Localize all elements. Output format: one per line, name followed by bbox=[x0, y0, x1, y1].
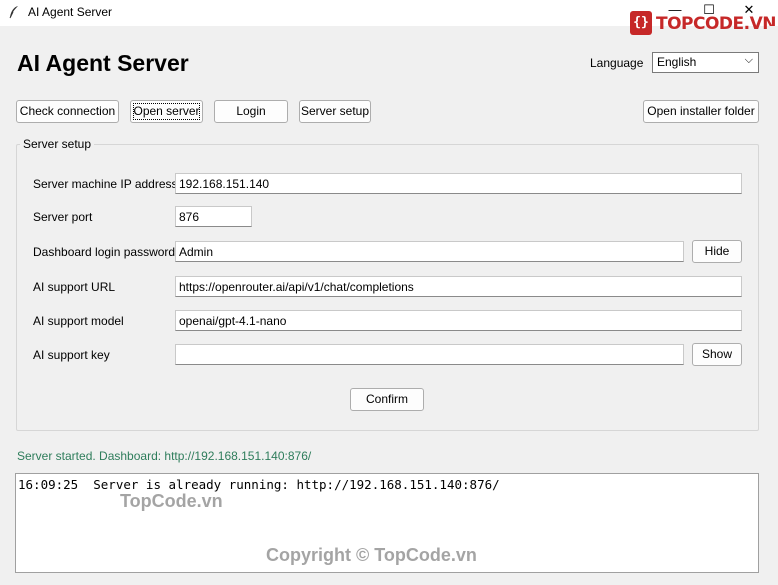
feather-icon bbox=[9, 6, 18, 19]
logo-badge-icon: {} bbox=[630, 11, 652, 35]
ai-key-label: AI support key bbox=[33, 348, 110, 362]
window-edge bbox=[770, 26, 778, 585]
window-title: AI Agent Server bbox=[28, 5, 113, 19]
check-connection-button[interactable]: Check connection bbox=[16, 100, 119, 123]
open-installer-folder-button[interactable]: Open installer folder bbox=[643, 100, 759, 123]
watermark-logo: {} TOPCODE.VN bbox=[630, 11, 777, 37]
chevron-down-icon: ⌵ bbox=[744, 54, 753, 66]
ip-input[interactable]: 192.168.151.140 bbox=[175, 173, 742, 194]
password-label: Dashboard login password bbox=[33, 245, 176, 259]
ai-url-label: AI support URL bbox=[33, 280, 116, 294]
login-button[interactable]: Login bbox=[214, 100, 288, 123]
port-input[interactable]: 876 bbox=[175, 206, 252, 227]
status-message: Server started. Dashboard: http://192.16… bbox=[17, 449, 312, 463]
show-key-button[interactable]: Show bbox=[692, 343, 742, 366]
server-setup-button[interactable]: Server setup bbox=[299, 100, 371, 123]
confirm-button[interactable]: Confirm bbox=[350, 388, 424, 411]
port-label: Server port bbox=[33, 210, 93, 224]
ai-key-input[interactable] bbox=[175, 344, 684, 365]
language-label: Language bbox=[590, 56, 644, 70]
watermark-text: TopCode.vn bbox=[120, 491, 223, 511]
ai-url-input[interactable]: https://openrouter.ai/api/v1/chat/comple… bbox=[175, 276, 742, 297]
open-server-button[interactable]: Open server bbox=[130, 100, 203, 123]
ai-model-input[interactable]: openai/gpt-4.1-nano bbox=[175, 310, 742, 331]
language-value: English bbox=[657, 55, 697, 69]
hide-password-button[interactable]: Hide bbox=[692, 240, 742, 263]
copyright-watermark: Copyright © TopCode.vn bbox=[266, 545, 477, 565]
language-select[interactable]: English ⌵ bbox=[652, 52, 759, 73]
server-setup-legend: Server setup bbox=[20, 137, 95, 151]
ai-model-label: AI support model bbox=[33, 314, 124, 328]
logo-text: TOPCODE.VN bbox=[656, 14, 777, 34]
page-title: AI Agent Server bbox=[17, 50, 189, 76]
password-input[interactable]: Admin bbox=[175, 241, 684, 262]
ip-label: Server machine IP address bbox=[33, 177, 178, 191]
